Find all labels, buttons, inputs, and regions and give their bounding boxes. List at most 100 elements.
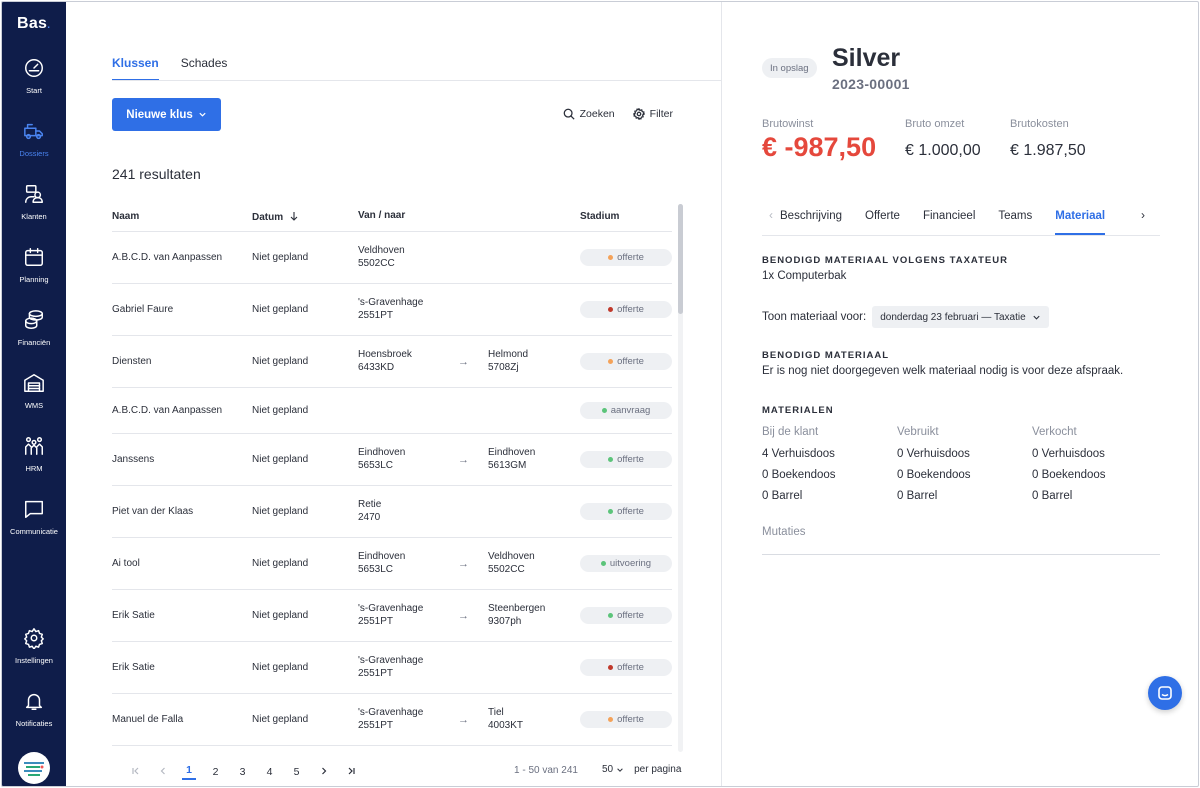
page-5-button[interactable]: 5 [283, 766, 310, 778]
page-1-button[interactable]: 1 [182, 764, 196, 780]
mutaties-toggle[interactable]: Mutaties [762, 526, 805, 538]
table-row[interactable]: Ai tool Niet gepland Eindhoven 5653LC → Veldh… [112, 538, 672, 590]
tab-materiaal[interactable]: Materiaal [1055, 204, 1106, 235]
appointment-select[interactable]: donderdag 23 februari — Taxatie [872, 306, 1049, 328]
page-3-button[interactable]: 3 [229, 766, 256, 778]
stage-badge: offerte [580, 659, 672, 676]
list-tabs: Klussen Schades [112, 56, 227, 81]
cell-to: Eindhoven 5613GM [488, 447, 580, 472]
sidebar-item-label: Notificaties [15, 719, 53, 728]
sidebar-item-planning[interactable]: Planning [2, 244, 66, 307]
scrollbar-thumb[interactable] [678, 204, 683, 314]
cell-from: Hoensbroek 6433KD [358, 349, 458, 374]
page-2-button[interactable]: 2 [202, 766, 229, 778]
column-header-route[interactable]: Van / naar [358, 210, 580, 223]
stage-dot-icon [608, 457, 614, 462]
material-item: 0 Barrel [762, 490, 803, 502]
sidebar-item-label: Dossiers [19, 149, 49, 158]
stage-badge: offerte [580, 711, 672, 728]
stage-dot-icon [608, 307, 614, 312]
stage-label: offerte [617, 714, 644, 725]
gear-icon [24, 628, 44, 649]
section-title-benodigd: BENODIGD MATERIAAL [762, 350, 890, 361]
cell-from-city: 's-Gravenhage [358, 655, 424, 666]
cell-name: Manuel de Falla [112, 714, 184, 725]
filter-button[interactable]: Filter [632, 108, 673, 120]
cell-from: 's-Gravenhage 2551PT [358, 655, 458, 680]
table-row[interactable]: Gabriel Faure Niet gepland 's-Gravenhage 25… [112, 284, 672, 336]
table-row[interactable]: A.B.C.D. van Aanpassen Niet gepland Veldho… [112, 232, 672, 284]
table-row[interactable]: A.B.C.D. van Aanpassen Niet gepland aanvra… [112, 388, 672, 434]
cell-to-postcode: 9307ph [488, 615, 522, 627]
sidebar-item-label: Communicatie [10, 527, 58, 536]
next-page-button[interactable] [310, 766, 337, 779]
tabs-scroll-right-icon[interactable]: › [1134, 204, 1152, 222]
sidebar-item-instellingen[interactable]: Instellingen [2, 625, 66, 688]
stage-badge: offerte [580, 503, 672, 520]
per-page-select[interactable]: 50 [602, 764, 624, 775]
tabs-divider [112, 80, 721, 81]
table-row[interactable]: Diensten Niet gepland Hoensbroek 6433KD → Hel… [112, 336, 672, 388]
stage-badge: offerte [580, 607, 672, 624]
logo[interactable]: Bas. [2, 15, 66, 33]
page-4-button[interactable]: 4 [256, 766, 283, 778]
material-item: 0 Verhuisdoos [897, 448, 970, 460]
column-header-stage[interactable]: Stadium [580, 211, 672, 222]
tab-offerte[interactable]: Offerte [865, 204, 900, 233]
route-arrow-icon: → [458, 453, 469, 466]
new-job-button-label: Nieuwe klus [126, 108, 193, 121]
sidebar-item-start[interactable]: Start [2, 55, 66, 118]
table-row[interactable]: Manuel de Falla Niet gepland 's-Gravenhage… [112, 694, 672, 746]
tab-teams[interactable]: Teams [998, 204, 1032, 233]
prev-page-button[interactable] [149, 766, 176, 779]
per-page-control: 50 per pagina [602, 764, 681, 775]
cell-date: Niet gepland [252, 662, 309, 673]
new-job-button[interactable]: Nieuwe klus [112, 98, 221, 131]
results-count: 241 resultaten [112, 166, 201, 182]
column-header-name[interactable]: Naam [112, 211, 252, 222]
table-scrollbar[interactable] [678, 204, 683, 752]
stage-label: offerte [617, 454, 644, 465]
sidebar-item-notificaties[interactable]: Notificaties [2, 688, 66, 751]
cell-name: A.B.C.D. van Aanpassen [112, 405, 223, 416]
first-page-button[interactable] [122, 766, 149, 779]
material-item: 0 Barrel [1032, 490, 1073, 502]
cell-from-postcode: 2551PT [358, 309, 394, 321]
sidebar-item-communicatie[interactable]: Communicatie [2, 496, 66, 559]
avatar[interactable] [18, 752, 50, 784]
bell-icon [25, 693, 43, 710]
cell-date: Niet gepland [252, 304, 309, 315]
detail-tabs: ‹ Beschrijving Offerte Financieel Teams … [762, 204, 1160, 236]
sidebar-item-dossiers[interactable]: Dossiers [2, 118, 66, 181]
sidebar-item-hrm[interactable]: HRM [2, 433, 66, 496]
chevron-down-icon [617, 767, 623, 772]
cell-from-postcode: 2551PT [358, 615, 394, 627]
chevron-left-icon [160, 767, 165, 774]
tab-schades[interactable]: Schades [181, 56, 228, 81]
cell-stage: offerte [580, 659, 672, 676]
cell-stage: offerte [580, 711, 672, 728]
chevron-first-icon [131, 767, 138, 774]
tab-klussen[interactable]: Klussen [112, 56, 159, 81]
status-badge: In opslag [762, 58, 817, 78]
column-header-date[interactable]: Datum [252, 211, 358, 223]
table-row[interactable]: Piet van der Klaas Niet gepland Retie 2470 o… [112, 486, 672, 538]
cell-to: Veldhoven 5502CC [488, 551, 580, 576]
last-page-button[interactable] [337, 766, 364, 779]
sidebar-item-wms[interactable]: WMS [2, 370, 66, 433]
material-item: 0 Barrel [897, 490, 938, 502]
support-chat-button[interactable] [1148, 676, 1182, 710]
sidebar-item-label: Planning [19, 275, 49, 284]
table-row[interactable]: Erik Satie Niet gepland 's-Gravenhage 2551P… [112, 590, 672, 642]
tab-financieel[interactable]: Financieel [923, 204, 975, 233]
sidebar-item-klanten[interactable]: Klanten [2, 181, 66, 244]
tab-beschrijving[interactable]: Beschrijving [780, 204, 842, 233]
search-button[interactable]: Zoeken [563, 108, 615, 120]
mutaties-divider [762, 554, 1160, 555]
tabs-scroll-left-icon[interactable]: ‹ [762, 204, 780, 222]
table-row[interactable]: Janssens Niet gepland Eindhoven 5653LC → Eind… [112, 434, 672, 486]
sidebar-item-label: Start [26, 86, 42, 95]
cell-to: Helmond 5708Zj [488, 349, 580, 374]
sidebar-item-financien[interactable]: Financiën [2, 307, 66, 370]
table-row[interactable]: Erik Satie Niet gepland 's-Gravenhage 2551P… [112, 642, 672, 694]
